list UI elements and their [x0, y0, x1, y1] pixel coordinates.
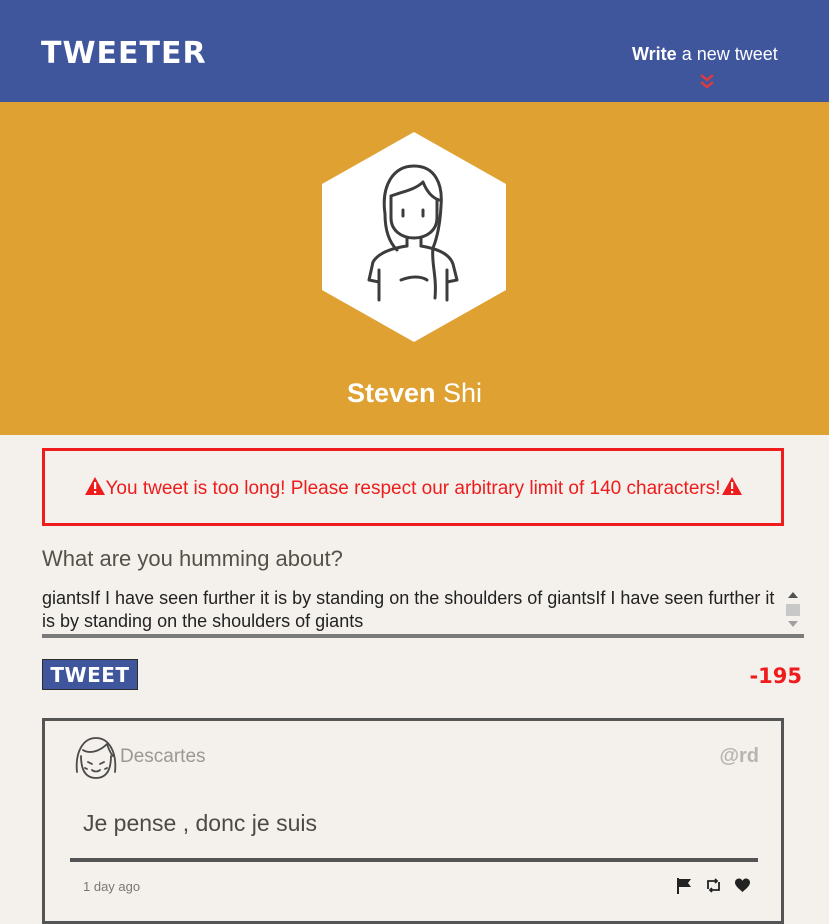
- character-counter: -195: [749, 664, 802, 688]
- compose-toggle[interactable]: Write a new tweet: [632, 43, 778, 65]
- tweet-textarea[interactable]: giantsIf I have seen further it is by st…: [42, 586, 782, 635]
- tweet-author-handle: @rd: [719, 745, 759, 767]
- user-avatar: [75, 737, 117, 779]
- profile-name: Steven Shi: [0, 376, 829, 410]
- compose-toggle-bold: Write: [632, 44, 677, 64]
- warning-icon: [721, 477, 742, 495]
- tweet-actions: [676, 877, 751, 894]
- flag-icon[interactable]: [676, 877, 693, 894]
- tweet-divider: [70, 858, 758, 862]
- tweet-content: Je pense , donc je suis: [83, 810, 317, 836]
- error-message: You tweet is too long! Please respect ou…: [105, 478, 721, 499]
- double-chevron-down-icon[interactable]: [698, 72, 716, 90]
- profile-banner: Steven Shi: [0, 102, 829, 435]
- tweet-timestamp: 1 day ago: [83, 879, 141, 894]
- app-logo[interactable]: TWEETER: [41, 36, 207, 72]
- error-message-row: You tweet is too long! Please respect ou…: [45, 476, 781, 501]
- error-alert: You tweet is too long! Please respect ou…: [42, 448, 784, 526]
- textarea-scrollbar[interactable]: [784, 588, 802, 632]
- tweet-author-name: Descartes: [120, 746, 206, 767]
- profile-avatar: [322, 132, 506, 342]
- textarea-underline: [42, 634, 804, 638]
- top-nav: TWEETER Write a new tweet: [0, 0, 829, 102]
- heart-icon[interactable]: [734, 877, 751, 894]
- compose-prompt: What are you humming about?: [42, 546, 343, 571]
- tweet-card: Descartes @rd Je pense , donc je suis 1 …: [42, 718, 784, 924]
- warning-icon: [84, 477, 105, 495]
- profile-first-name: Steven: [346, 378, 436, 408]
- compose-toggle-label: a new tweet: [676, 44, 778, 64]
- retweet-icon[interactable]: [705, 877, 722, 894]
- tweet-button[interactable]: TWEET: [42, 659, 138, 690]
- profile-last-name: Shi: [435, 378, 483, 408]
